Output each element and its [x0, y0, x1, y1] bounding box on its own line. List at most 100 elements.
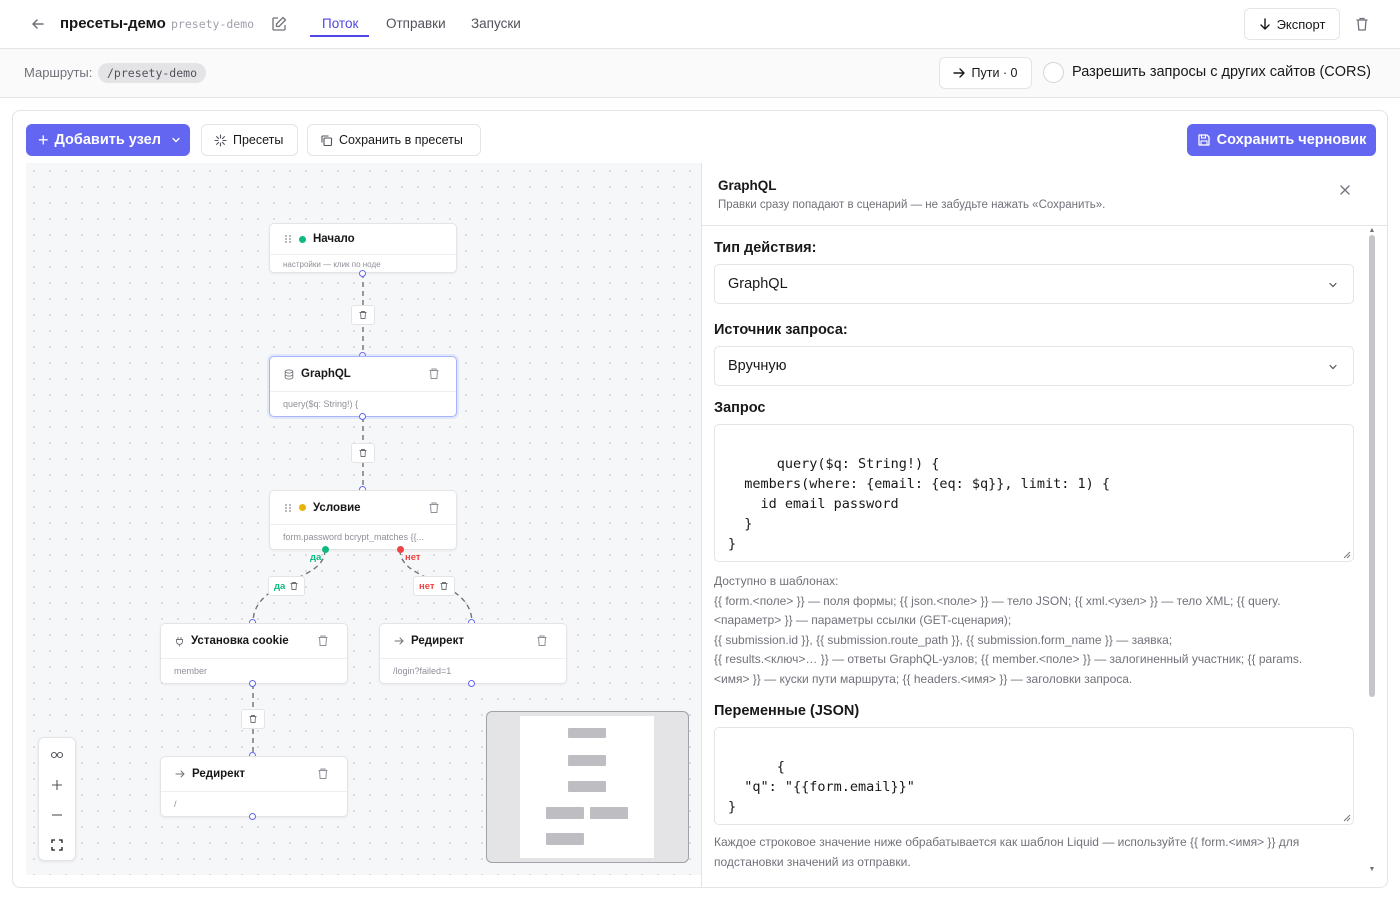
routes-label: Маршруты:: [24, 65, 93, 80]
tab-runs[interactable]: Запуски: [471, 16, 521, 31]
help-line: {{ submission.id }}, {{ submission.route…: [714, 632, 1173, 647]
status-dot-yellow: [299, 504, 306, 511]
chevron-down-icon: [1329, 364, 1337, 370]
trash-icon: [440, 582, 448, 590]
node-trash-icon[interactable]: [427, 367, 441, 381]
handle-start-out[interactable]: [359, 270, 366, 277]
fit-view-icon[interactable]: [39, 830, 75, 860]
node-title: Условие: [313, 501, 361, 514]
help-line: {{ form.<поле> }} — поля формы; {{ json.…: [714, 593, 1281, 608]
node-divider: [161, 791, 347, 792]
minimap-node: [546, 833, 584, 845]
export-button[interactable]: Экспорт: [1244, 8, 1340, 40]
query-textarea[interactable]: query($q: String!) { members(where: {ema…: [714, 424, 1354, 562]
handle-graphql-out[interactable]: [359, 413, 366, 420]
handle-redirect-fail-out[interactable]: [468, 680, 475, 687]
node-graphql[interactable]: GraphQL query($q: String!) {: [269, 356, 457, 417]
handle-redirect-out[interactable]: [249, 813, 256, 820]
node-settings-panel: GraphQL Правки сразу попадают в сценарий…: [701, 163, 1387, 887]
minimap-viewport: [520, 716, 654, 858]
delete-project-trash-icon[interactable]: [1352, 14, 1372, 34]
help-line: <имя> }} — куски пути маршрута; {{ heade…: [714, 671, 1133, 686]
node-trash-icon[interactable]: [427, 501, 441, 515]
panel-subtitle: Правки сразу попадают в сценарий — не за…: [718, 199, 1106, 211]
edit-pencil-icon[interactable]: [270, 15, 288, 33]
node-body: настройки — клик по ноде: [283, 260, 381, 269]
variables-text: { "q": "{{form.email}}" }: [728, 759, 915, 815]
handle-condition-yes[interactable]: [322, 546, 329, 553]
help-line: <параметр> }} — параметры ссылки (GET-сц…: [714, 613, 1012, 627]
active-tab-indicator: [310, 35, 369, 37]
status-dot-green: [299, 235, 306, 243]
node-title: Редирект: [411, 635, 464, 647]
node-set-cookie[interactable]: Установка cookie member: [160, 623, 348, 684]
edge-no-label[interactable]: нет: [413, 576, 455, 596]
drag-handle-icon: [285, 503, 291, 512]
resize-grip-icon[interactable]: [1343, 814, 1351, 822]
source-select[interactable]: Вручную: [714, 346, 1354, 386]
plus-icon: +: [38, 130, 49, 150]
edge-yes-text: да: [274, 580, 286, 592]
presets-button[interactable]: Пресеты: [201, 124, 298, 156]
route-chip[interactable]: /presety-demo: [98, 63, 207, 83]
scroll-up-arrow-icon[interactable]: ▲: [1368, 227, 1376, 235]
node-start-header: Начало: [270, 224, 456, 254]
node-start[interactable]: Начало настройки — клик по ноде: [269, 223, 457, 273]
node-title: Редирект: [192, 768, 245, 780]
toggle-interactivity-icon[interactable]: [39, 740, 75, 770]
action-type-label: Тип действия:: [714, 240, 817, 256]
node-body: member: [174, 666, 208, 676]
handle-condition-no[interactable]: [397, 546, 404, 553]
node-title: Установка cookie: [191, 635, 289, 647]
arrow-down-icon: [1259, 18, 1270, 30]
panel-scrollbar[interactable]: [1369, 235, 1375, 697]
close-icon[interactable]: [1335, 180, 1355, 200]
action-type-select[interactable]: GraphQL: [714, 264, 1354, 304]
edge-delete-button[interactable]: [241, 709, 265, 729]
save-draft-button[interactable]: Сохранить черновик: [1187, 124, 1376, 156]
node-trash-icon[interactable]: [316, 767, 330, 781]
chevron-down-icon: [1329, 282, 1337, 288]
presets-label: Пресеты: [233, 133, 284, 147]
node-divider: [270, 254, 456, 255]
node-trash-icon[interactable]: [316, 634, 330, 648]
back-arrow-icon[interactable]: [28, 14, 48, 34]
handle-cookie-out[interactable]: [249, 680, 256, 687]
top-bar: пресеты-демо presety-demo Поток Отправки…: [0, 0, 1400, 49]
project-title: пресеты-демо: [60, 15, 166, 32]
node-redirect-failed[interactable]: Редирект /login?failed=1: [379, 623, 567, 684]
flow-canvas[interactable]: Начало настройки — клик по ноде GraphQL …: [26, 163, 701, 875]
template-help: Доступно в шаблонах: {{ form.<поле> }} —…: [714, 572, 1359, 689]
trash-icon: [249, 715, 257, 723]
edge-yes-label[interactable]: да: [268, 576, 306, 596]
zoom-in-plus-icon[interactable]: [39, 770, 75, 800]
tab-submissions[interactable]: Отправки: [386, 16, 446, 31]
edge-delete-button[interactable]: [351, 305, 375, 325]
edge-delete-button[interactable]: [351, 443, 375, 463]
zoom-controls: [38, 737, 76, 861]
minimap-node: [568, 781, 606, 792]
arrow-right-icon: [175, 770, 185, 778]
flow-editor-card: + Добавить узел Пресеты Сохранить в прес…: [12, 110, 1388, 888]
zoom-out-minus-icon[interactable]: [39, 800, 75, 830]
sparkle-icon: [214, 133, 227, 147]
node-trash-icon[interactable]: [535, 634, 549, 648]
paths-button[interactable]: Пути · 0: [939, 57, 1032, 89]
paths-label: Пути · 0: [971, 66, 1018, 80]
node-divider: [270, 524, 456, 525]
plug-icon: [176, 636, 183, 646]
help-line: Доступно в шаблонах:: [714, 574, 839, 588]
minimap[interactable]: [486, 711, 689, 863]
save-to-presets-label: Сохранить в пресеты: [339, 133, 463, 147]
chevron-down-icon: [172, 137, 180, 143]
variables-textarea[interactable]: { "q": "{{form.email}}" }: [714, 727, 1354, 825]
save-to-presets-button[interactable]: Сохранить в пресеты: [307, 124, 481, 156]
add-node-button[interactable]: + Добавить узел: [26, 124, 190, 156]
tab-flow[interactable]: Поток: [322, 16, 358, 31]
scroll-down-arrow-icon[interactable]: ▼: [1368, 866, 1376, 874]
node-redirect[interactable]: Редирект /: [160, 756, 348, 817]
cors-checkbox[interactable]: [1043, 62, 1064, 83]
resize-grip-icon[interactable]: [1343, 551, 1351, 559]
copy-icon: [321, 134, 333, 146]
node-condition[interactable]: Условие form.password bcrypt_matches {{.…: [269, 490, 457, 550]
